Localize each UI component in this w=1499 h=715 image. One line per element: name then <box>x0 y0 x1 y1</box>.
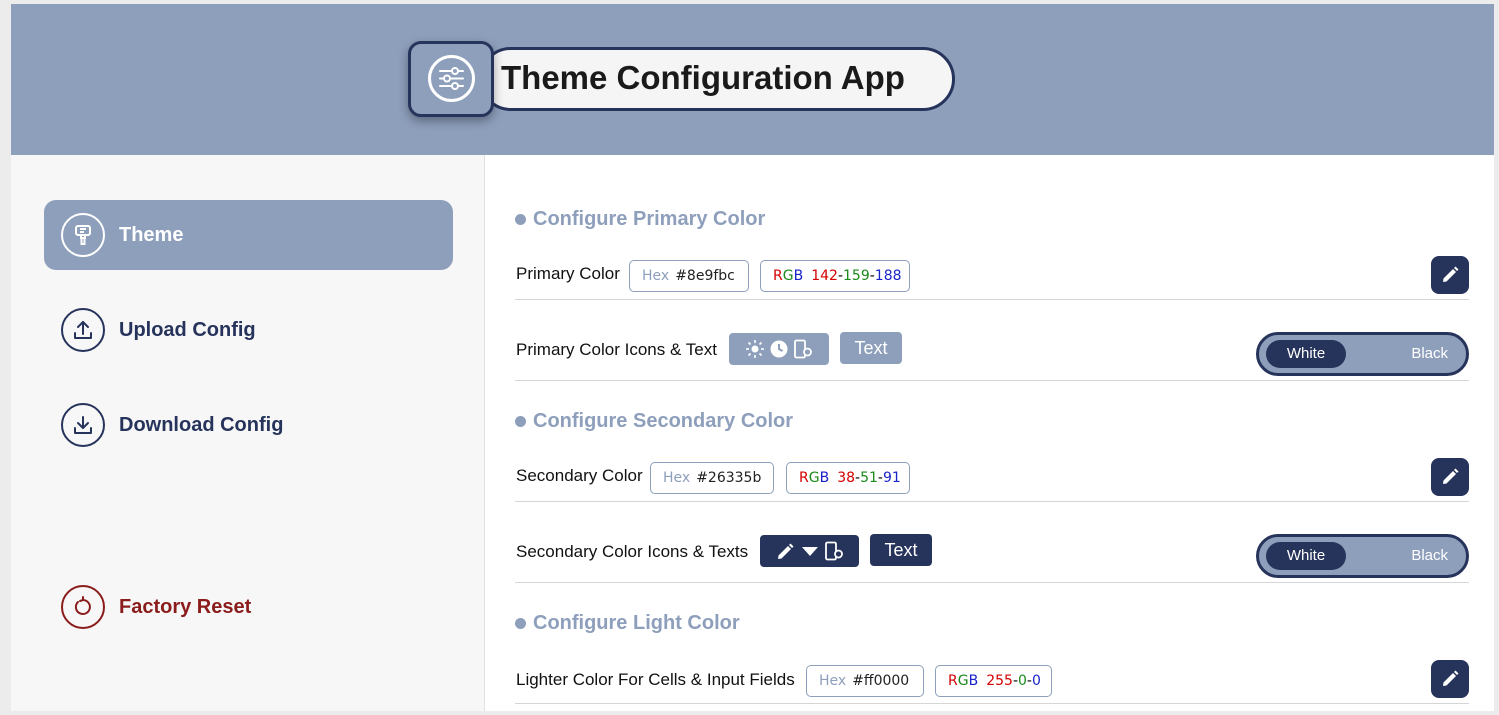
rgb-tag-r: R <box>948 673 958 689</box>
rgb-tag-g: G <box>782 268 794 284</box>
edit-primary-button[interactable] <box>1431 256 1469 294</box>
primary-icons-preview <box>729 333 829 365</box>
hex-value: #26335b <box>696 470 762 486</box>
caret-down-icon <box>801 547 818 556</box>
rgb-value-r: 38 <box>837 470 856 486</box>
toggle-option-white[interactable]: White <box>1266 542 1346 570</box>
primary-hex-field[interactable]: Hex #8e9fbc <box>629 260 749 292</box>
toggle-option-black[interactable]: Black <box>1411 542 1448 570</box>
pencil-icon <box>777 543 793 559</box>
secondary-color-row: Secondary Color Hex #26335b RGB 38-51-91 <box>515 452 1469 502</box>
section-title-primary: Configure Primary Color <box>515 207 765 231</box>
hex-tag: Hex <box>663 470 691 486</box>
section-title-light: Configure Light Color <box>515 611 740 635</box>
clock-icon <box>770 340 788 358</box>
primary-rgb-field[interactable]: RGB 142-159-188 <box>760 260 910 292</box>
sidebar-item-factory-reset[interactable]: Factory Reset <box>44 572 453 642</box>
paint-roller-icon <box>61 213 105 257</box>
hex-value: #ff0000 <box>852 673 910 689</box>
pencil-icon <box>1443 266 1459 282</box>
rgb-value-b: 188 <box>874 268 902 284</box>
primary-text-preview: Text <box>840 332 902 364</box>
pencil-icon <box>1443 468 1459 484</box>
rgb-tag-b: B <box>968 673 979 689</box>
primary-icons-text-row: Primary Color Icons & Text Text White Bl… <box>515 300 1469 381</box>
rgb-tag-r: R <box>799 470 809 486</box>
rgb-value-g: 0 <box>1018 673 1027 689</box>
rgb-value-b: 91 <box>882 470 901 486</box>
rgb-tag-g: G <box>808 470 820 486</box>
rgb-value-r: 255 <box>986 673 1013 689</box>
sidebar-item-label: Factory Reset <box>119 596 252 618</box>
rgb-value-r: 142 <box>811 268 838 284</box>
device-settings-icon <box>824 541 843 561</box>
primary-icons-text-label: Primary Color Icons & Text <box>516 340 717 359</box>
rgb-value-g: 51 <box>860 470 878 486</box>
reset-icon <box>61 585 105 629</box>
upload-icon <box>61 308 105 352</box>
app-title: Theme Configuration App <box>501 59 905 96</box>
primary-text-color-toggle[interactable]: White Black <box>1256 332 1469 376</box>
hex-tag: Hex <box>819 673 847 689</box>
rgb-tag-b: B <box>819 470 830 486</box>
app-header: Theme Configuration App <box>11 4 1494 155</box>
secondary-icons-text-row: Secondary Color Icons & Texts Text White… <box>515 502 1469 583</box>
light-rgb-field[interactable]: RGB 255-0-0 <box>935 665 1052 697</box>
sliders-icon <box>428 55 475 102</box>
secondary-rgb-field[interactable]: RGB 38-51-91 <box>786 462 910 494</box>
sidebar-item-theme[interactable]: Theme <box>44 200 453 270</box>
rgb-value-g: 159 <box>843 268 870 284</box>
hex-value: #8e9fbc <box>675 268 735 284</box>
secondary-text-color-toggle[interactable]: White Black <box>1256 534 1469 578</box>
light-color-label: Lighter Color For Cells & Input Fields <box>516 670 795 689</box>
secondary-icons-text-label: Secondary Color Icons & Texts <box>516 542 749 561</box>
secondary-text-preview: Text <box>870 534 932 566</box>
sun-icon <box>746 340 764 358</box>
primary-color-label: Primary Color <box>516 264 620 283</box>
secondary-hex-field[interactable]: Hex #26335b <box>650 462 774 494</box>
app-window: Theme Configuration App Theme Upload Con… <box>11 4 1494 711</box>
main-content: Configure Primary Color Primary Color He… <box>515 155 1469 711</box>
section-title-secondary: Configure Secondary Color <box>515 409 793 433</box>
device-settings-icon <box>794 339 812 359</box>
pencil-icon <box>1443 670 1459 686</box>
edit-light-button[interactable] <box>1431 660 1469 698</box>
rgb-tag-g: G <box>957 673 969 689</box>
toggle-option-white[interactable]: White <box>1266 340 1346 368</box>
toggle-option-black[interactable]: Black <box>1411 340 1448 368</box>
light-color-row: Lighter Color For Cells & Input Fields H… <box>515 654 1469 704</box>
sidebar-item-download-config[interactable]: Download Config <box>44 390 453 460</box>
sidebar-item-label: Theme <box>119 224 184 246</box>
secondary-color-label: Secondary Color <box>516 466 643 485</box>
app-logo <box>408 41 494 117</box>
primary-color-row: Primary Color Hex #8e9fbc RGB 142-159-188 <box>515 250 1469 300</box>
rgb-value-b: 0 <box>1031 673 1041 689</box>
sidebar-item-label: Upload Config <box>119 319 256 341</box>
rgb-tag-r: R <box>773 268 783 284</box>
sidebar-item-upload-config[interactable]: Upload Config <box>44 295 453 365</box>
light-hex-field[interactable]: Hex #ff0000 <box>806 665 924 697</box>
hex-tag: Hex <box>642 268 670 284</box>
edit-secondary-button[interactable] <box>1431 458 1469 496</box>
sidebar-item-label: Download Config <box>119 414 284 436</box>
secondary-icons-preview <box>760 535 859 567</box>
rgb-tag-b: B <box>793 268 804 284</box>
download-icon <box>61 403 105 447</box>
sidebar: Theme Upload Config Download Config Fact… <box>11 155 485 711</box>
